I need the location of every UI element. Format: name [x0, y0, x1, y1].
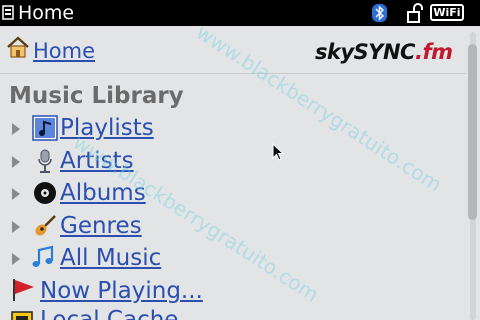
library-item-label[interactable]: Playlists [60, 114, 154, 142]
logo-text-main: skySYNC [315, 40, 415, 64]
music-note-icon [32, 245, 54, 267]
library-item-label[interactable]: All Music [60, 244, 161, 272]
folder-icon [11, 311, 33, 320]
library-item-albums[interactable]: Albums [12, 179, 272, 209]
status-bar: Home WiFi [0, 0, 480, 26]
section-title: Music Library [9, 83, 184, 109]
library-item-label[interactable]: Genres [60, 212, 142, 240]
expand-arrow-icon[interactable] [12, 156, 20, 168]
library-item-local-cache[interactable]: Local Cache [8, 306, 268, 320]
flag-icon [13, 279, 34, 301]
header: Home skySYNC.fm [0, 26, 466, 74]
bluetooth-icon [372, 4, 387, 22]
library-item-label[interactable]: Now Playing... [40, 277, 203, 305]
home-link[interactable]: Home [33, 38, 95, 64]
library-item-now-playing[interactable]: Now Playing... [8, 277, 268, 307]
vertical-scrollbar[interactable] [466, 32, 478, 320]
window-title: Home [18, 2, 75, 24]
expand-arrow-icon[interactable] [12, 253, 20, 265]
playlist-icon [32, 115, 58, 141]
library-item-label[interactable]: Albums [60, 179, 146, 207]
library-item-label[interactable]: Local Cache [40, 306, 178, 320]
microphone-icon [38, 149, 52, 173]
home-icon [7, 36, 29, 58]
library-item-genres[interactable]: Genres [12, 212, 272, 242]
expand-arrow-icon[interactable] [12, 123, 20, 135]
library-item-label[interactable]: Artists [60, 147, 134, 175]
scrollbar-thumb[interactable] [468, 44, 477, 220]
guitar-icon [35, 215, 56, 236]
album-disc-icon [34, 182, 56, 204]
lock-icon [407, 3, 423, 23]
library-item-artists[interactable]: Artists [12, 147, 272, 177]
app-icon [2, 5, 14, 20]
wifi-icon: WiFi [430, 4, 464, 21]
library-item-all-music[interactable]: All Music [12, 244, 272, 274]
expand-arrow-icon[interactable] [12, 221, 20, 233]
logo-text-ext: .fm [414, 40, 453, 64]
expand-arrow-icon[interactable] [12, 188, 20, 200]
library-item-playlists[interactable]: Playlists [12, 114, 272, 144]
mouse-cursor-icon [272, 143, 284, 161]
skysync-logo: skySYNC.fm [315, 40, 453, 64]
